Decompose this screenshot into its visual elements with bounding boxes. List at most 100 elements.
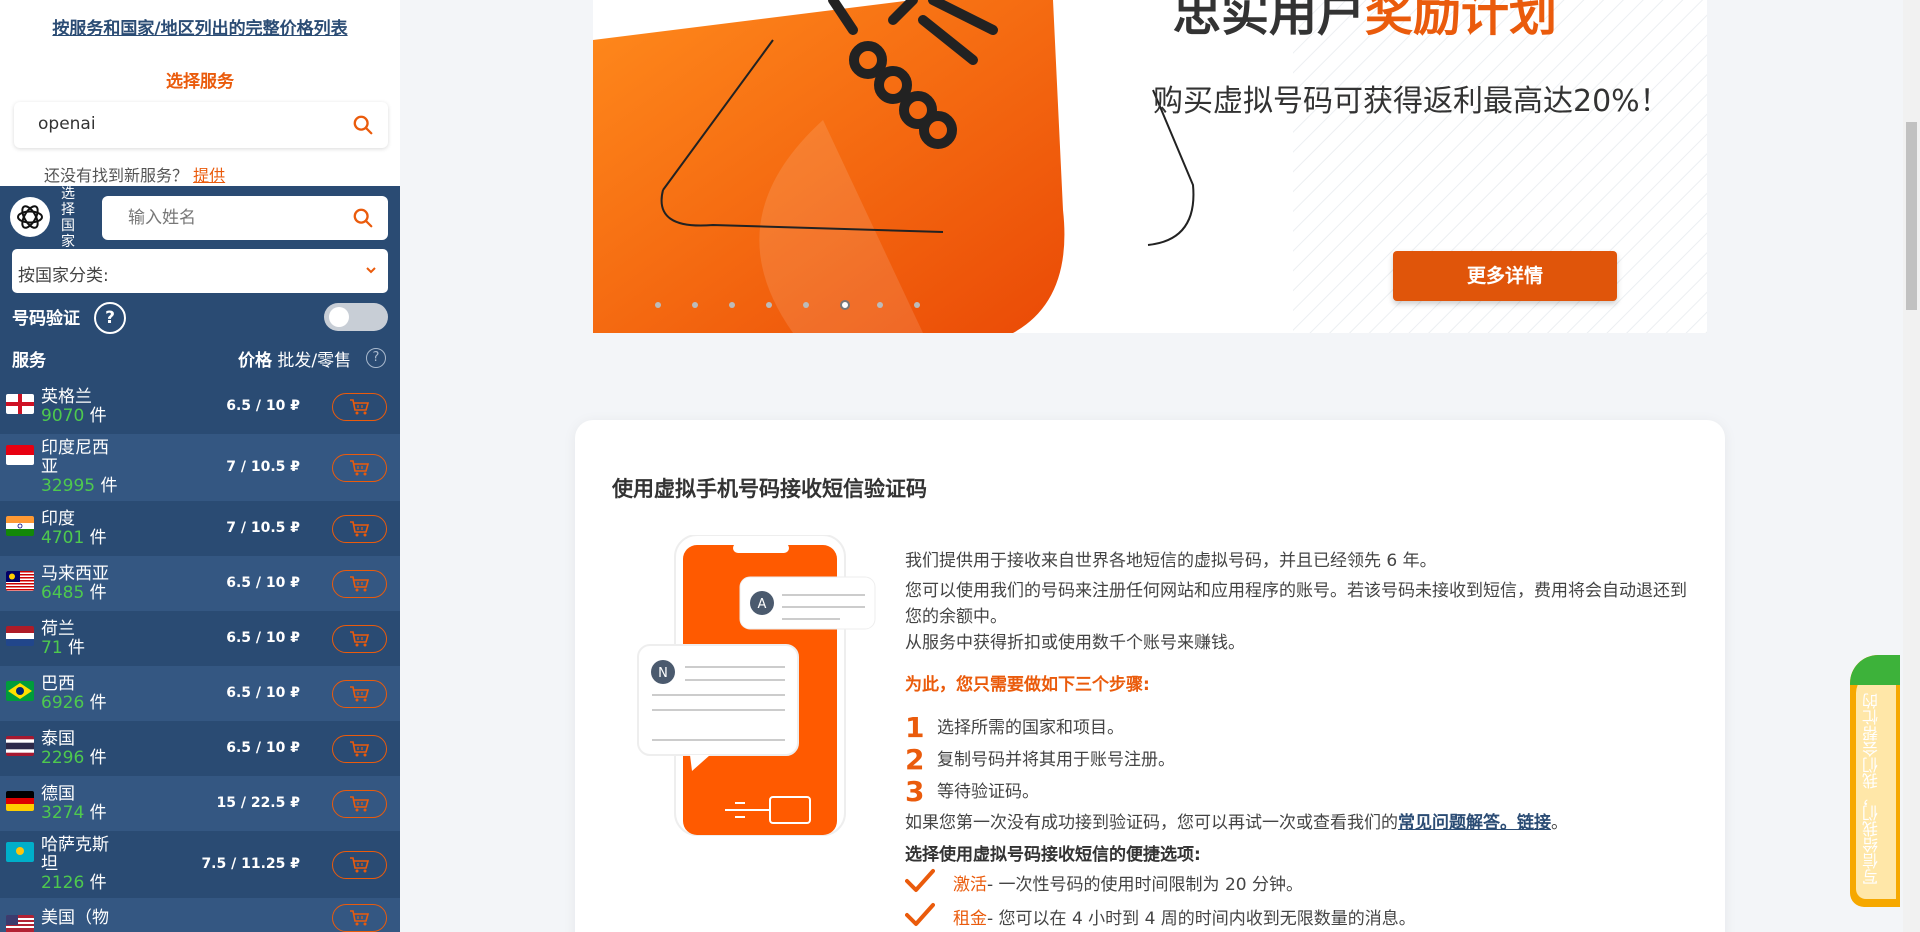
carousel-dot[interactable] xyxy=(914,302,920,308)
thailand-flag-icon xyxy=(6,735,34,756)
country-name: 哈萨克斯坦 2126 件 xyxy=(41,836,121,893)
cart-icon xyxy=(349,909,371,927)
number-count: 2296 xyxy=(41,747,85,768)
country-price: 7.5 / 11.25 ₽ xyxy=(201,855,300,872)
carousel-dot[interactable] xyxy=(692,302,698,308)
option-keyword[interactable]: 激活 xyxy=(953,872,987,898)
carousel-dot[interactable] xyxy=(840,300,850,310)
country-row[interactable]: 荷兰 71 件 6.5 / 10 ₽ xyxy=(0,611,400,666)
add-to-cart-button[interactable] xyxy=(332,392,387,421)
step-text: 复制号码并将其用于账号注册。 xyxy=(937,750,1175,770)
scrollbar-thumb[interactable] xyxy=(1906,122,1917,310)
country-label: 巴西 xyxy=(41,673,75,694)
country-row[interactable]: 巴西 6926 件 6.5 / 10 ₽ xyxy=(0,666,400,721)
service-search-input[interactable] xyxy=(38,114,338,134)
service-not-found-text: 还没有找到新服务？ 提供 xyxy=(44,166,226,185)
search-icon[interactable] xyxy=(352,114,374,136)
india-flag-icon xyxy=(6,515,34,536)
add-to-cart-button[interactable] xyxy=(332,679,387,708)
step-number: 2 xyxy=(905,743,925,776)
country-category-select[interactable]: 按国家分类: xyxy=(12,249,388,293)
add-to-cart-button[interactable] xyxy=(332,569,387,598)
category-select-label: 按国家分类: xyxy=(18,266,109,286)
loyalty-banner[interactable]: 忠实用户奖励计划 购买虚拟号码可获得返利最高达20%！ 更多详情 xyxy=(593,0,1707,333)
germany-flag-icon xyxy=(6,790,34,811)
add-to-cart-button[interactable] xyxy=(332,514,387,543)
sidebar: 按服务和国家/地区列出的完整价格列表 选择服务 还没有找到新服务？ 提供 选择国… xyxy=(0,0,400,932)
country-row[interactable]: 泰国 2296 件 6.5 / 10 ₽ xyxy=(0,721,400,776)
more-details-button[interactable]: 更多详情 xyxy=(1393,251,1617,301)
verification-help-icon[interactable]: ? xyxy=(94,302,126,334)
step-item: 3 等待验证码。 xyxy=(905,776,1695,808)
price-column-header: 价格 批发/零售 xyxy=(238,351,352,371)
service-search-box[interactable] xyxy=(14,102,388,148)
steps-heading: 为此，您只需要做如下三个步骤: xyxy=(905,675,1150,695)
step-text: 等待验证码。 xyxy=(937,782,1039,802)
indonesia-flag-icon xyxy=(6,445,34,465)
leaf-icon xyxy=(1850,655,1900,685)
carousel-dot[interactable] xyxy=(729,302,735,308)
country-label: 德国 xyxy=(41,783,75,804)
feedback-tab[interactable]: 写信给我们，我们会帮忙的 xyxy=(1850,655,1900,907)
number-count: 9070 xyxy=(41,405,85,426)
offer-service-link[interactable]: 提供 xyxy=(193,166,225,185)
country-row[interactable]: 印度尼西亚 32995 件 7 / 10.5 ₽ xyxy=(0,434,400,501)
country-row[interactable]: 马来西亚 6485 件 6.5 / 10 ₽ xyxy=(0,556,400,611)
info-paragraph-3: 从服务中获得折扣或使用数千个账号来赚钱。 xyxy=(905,633,1245,653)
country-search-input[interactable] xyxy=(128,208,328,228)
add-to-cart-button[interactable] xyxy=(332,789,387,818)
cart-icon xyxy=(349,795,371,813)
country-row[interactable]: 印度 4701 件 7 / 10.5 ₽ xyxy=(0,501,400,556)
add-to-cart-button[interactable] xyxy=(332,624,387,653)
country-row[interactable]: 德国 3274 件 15 / 22.5 ₽ xyxy=(0,776,400,831)
country-row[interactable]: 哈萨克斯坦 2126 件 7.5 / 11.25 ₽ xyxy=(0,831,400,898)
step-number: 1 xyxy=(905,711,925,744)
country-price: 6.5 / 10 ₽ xyxy=(226,684,300,701)
country-name: 巴西 6926 件 xyxy=(41,673,121,713)
illustration-letter-a: A xyxy=(758,597,767,612)
country-price: 6.5 / 10 ₽ xyxy=(226,574,300,591)
page-scrollbar[interactable] xyxy=(1903,0,1920,932)
add-to-cart-button[interactable] xyxy=(332,904,387,932)
count-unit: 件 xyxy=(89,405,107,426)
faq-link[interactable]: 常见问题解答。链接 xyxy=(1398,813,1551,833)
toggle-knob xyxy=(329,307,349,327)
country-row[interactable]: 美国（物 xyxy=(0,898,400,932)
country-row[interactable]: 英格兰 9070 件 6.5 / 10 ₽ xyxy=(0,379,400,434)
full-price-list-link[interactable]: 按服务和国家/地区列出的完整价格列表 xyxy=(0,14,400,39)
options-list: 激活 - 一次性号码的使用时间限制为 20 分钟。 租金 - 您可以在 4 小时到… xyxy=(905,868,1695,932)
options-heading: 选择使用虚拟号码接收短信的便捷选项: xyxy=(905,845,1201,865)
option-keyword[interactable]: 租金 xyxy=(953,906,987,932)
step-item: 2 复制号码并将其用于账号注册。 xyxy=(905,744,1695,776)
banner-subtitle: 购买虚拟号码可获得返利最高达20%！ xyxy=(1153,84,1670,119)
step-number: 3 xyxy=(905,775,925,808)
service-column-header: 服务 xyxy=(12,351,46,371)
country-price: 7 / 10.5 ₽ xyxy=(226,519,300,536)
number-count: 71 xyxy=(41,637,63,658)
country-label: 美国（物 xyxy=(41,907,109,928)
carousel-dot[interactable] xyxy=(655,302,661,308)
count-unit: 件 xyxy=(100,476,118,496)
carousel-dot[interactable] xyxy=(766,302,772,308)
country-search-box[interactable] xyxy=(102,196,388,240)
search-icon[interactable] xyxy=(352,207,374,229)
count-unit: 件 xyxy=(68,637,86,658)
add-to-cart-button[interactable] xyxy=(332,453,387,482)
chevron-down-icon xyxy=(366,267,376,274)
carousel-dot[interactable] xyxy=(803,302,809,308)
info-title: 使用虚拟手机号码接收短信验证码 xyxy=(612,477,927,501)
verification-toggle[interactable] xyxy=(324,303,388,331)
number-count: 2126 xyxy=(41,873,85,893)
add-to-cart-button[interactable] xyxy=(332,734,387,763)
add-to-cart-button[interactable] xyxy=(332,850,387,879)
price-help-icon[interactable]: ? xyxy=(366,348,386,368)
carousel-dot[interactable] xyxy=(877,302,883,308)
cart-icon xyxy=(349,398,371,416)
country-name: 泰国 2296 件 xyxy=(41,729,121,768)
country-label: 印度尼西亚 xyxy=(41,438,109,477)
number-count: 6485 xyxy=(41,582,85,603)
country-label: 英格兰 xyxy=(41,386,92,407)
retry-text: 如果您第一次没有成功接到验证码，您可以再试一次或查看我们的常见问题解答。链接。 xyxy=(905,813,1568,833)
select-service-label: 选择服务 xyxy=(166,72,234,92)
info-paragraph-2: 您可以使用我们的号码来注册任何网站和应用程序的账号。若该号码未接收到短信，费用将… xyxy=(905,581,1687,627)
